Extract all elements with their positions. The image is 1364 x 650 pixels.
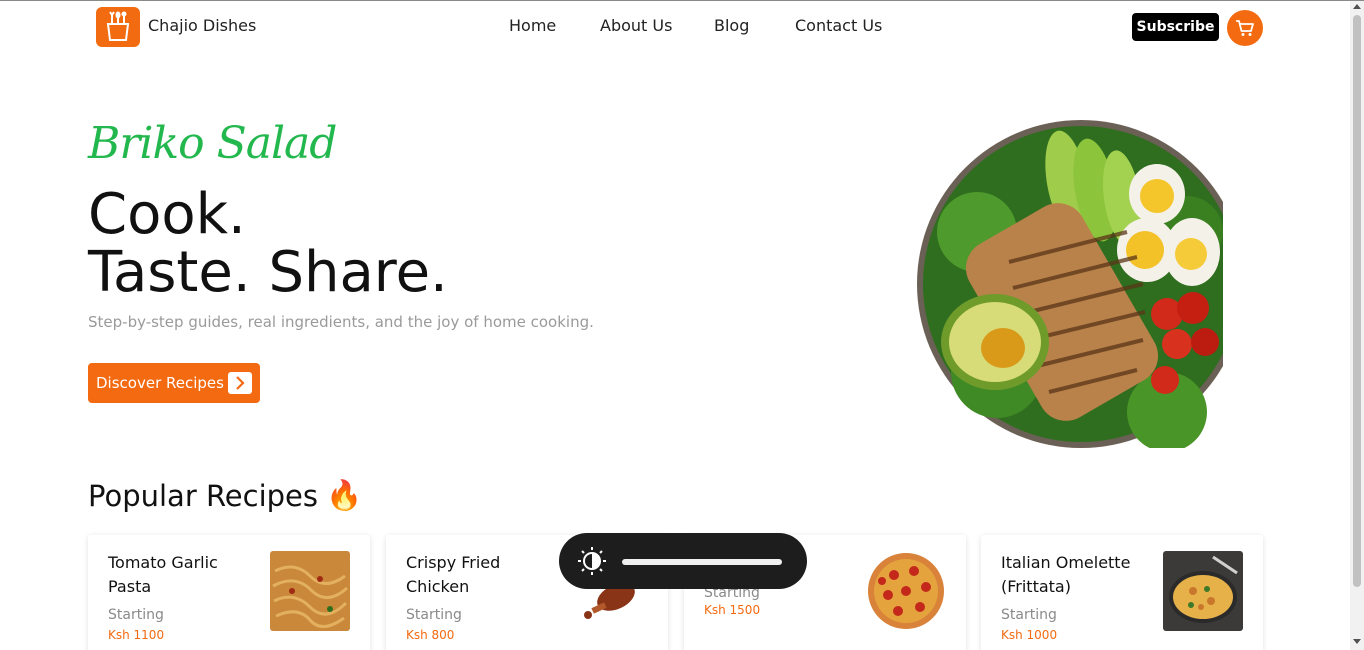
cart-button[interactable] (1227, 10, 1263, 46)
page-scrollbar[interactable] (1350, 1, 1364, 650)
scroll-up-arrow-icon[interactable] (1353, 4, 1361, 9)
frittata-thumbnail (1163, 551, 1243, 631)
nav-contact-us[interactable]: Contact Us (795, 16, 882, 35)
recipe-price: Ksh 1500 (704, 603, 761, 617)
pizza-thumbnail (866, 551, 946, 631)
recipe-starting-label: Starting (406, 607, 462, 623)
pasta-thumbnail (270, 551, 350, 631)
hero-tagline: Step-by-step guides, real ingredients, a… (88, 313, 594, 331)
fire-icon: 🔥 (326, 478, 363, 512)
recipe-title: Tomato Garlic Pasta (108, 553, 218, 596)
recipe-starting-label: Starting (108, 607, 164, 623)
cart-icon (1236, 20, 1254, 36)
recipe-card[interactable]: Italian Omelette (Frittata) Starting Ksh… (981, 535, 1263, 650)
hero-heading-line2: Taste. Share. (88, 240, 448, 305)
nav-about-us[interactable]: About Us (600, 16, 672, 35)
recipe-price: Ksh 800 (406, 628, 455, 642)
recipe-price: Ksh 1000 (1001, 628, 1058, 642)
hero-heading: Cook. Taste. Share. (88, 186, 448, 302)
brightness-slider[interactable] (622, 559, 782, 565)
scrollbar-thumb[interactable] (1353, 15, 1361, 587)
chevron-right-icon (228, 372, 252, 394)
brightness-icon (578, 547, 606, 575)
scroll-down-arrow-icon[interactable] (1353, 639, 1361, 644)
popular-recipes-title: Popular Recipes (88, 478, 319, 513)
hero-heading-line1: Cook. (88, 182, 246, 247)
site-header: Chajio Dishes Home About Us Blog Contact… (0, 1, 1350, 53)
salad-bowl-image (917, 112, 1223, 448)
nav-blog[interactable]: Blog (714, 16, 749, 35)
discover-recipes-label: Discover Recipes (96, 374, 224, 392)
nav-home[interactable]: Home (509, 16, 556, 35)
brightness-overlay (559, 533, 807, 589)
recipe-card[interactable]: Tomato Garlic Pasta Starting Ksh 1100 (88, 535, 370, 650)
brand-name[interactable]: Chajio Dishes (148, 16, 256, 35)
chef-pot-logo-icon[interactable] (96, 7, 140, 47)
recipe-price: Ksh 1100 (108, 628, 165, 642)
hero-script-title: Briko Salad (88, 118, 337, 169)
recipe-title: Crispy Fried Chicken (406, 553, 501, 596)
discover-recipes-button[interactable]: Discover Recipes (88, 363, 260, 403)
recipe-starting-label: Starting (1001, 607, 1057, 623)
recipe-title: Italian Omelette (Frittata) (1001, 553, 1131, 596)
subscribe-button[interactable]: Subscribe (1132, 13, 1219, 41)
popular-recipes-heading: Popular Recipes 🔥 (88, 478, 362, 513)
